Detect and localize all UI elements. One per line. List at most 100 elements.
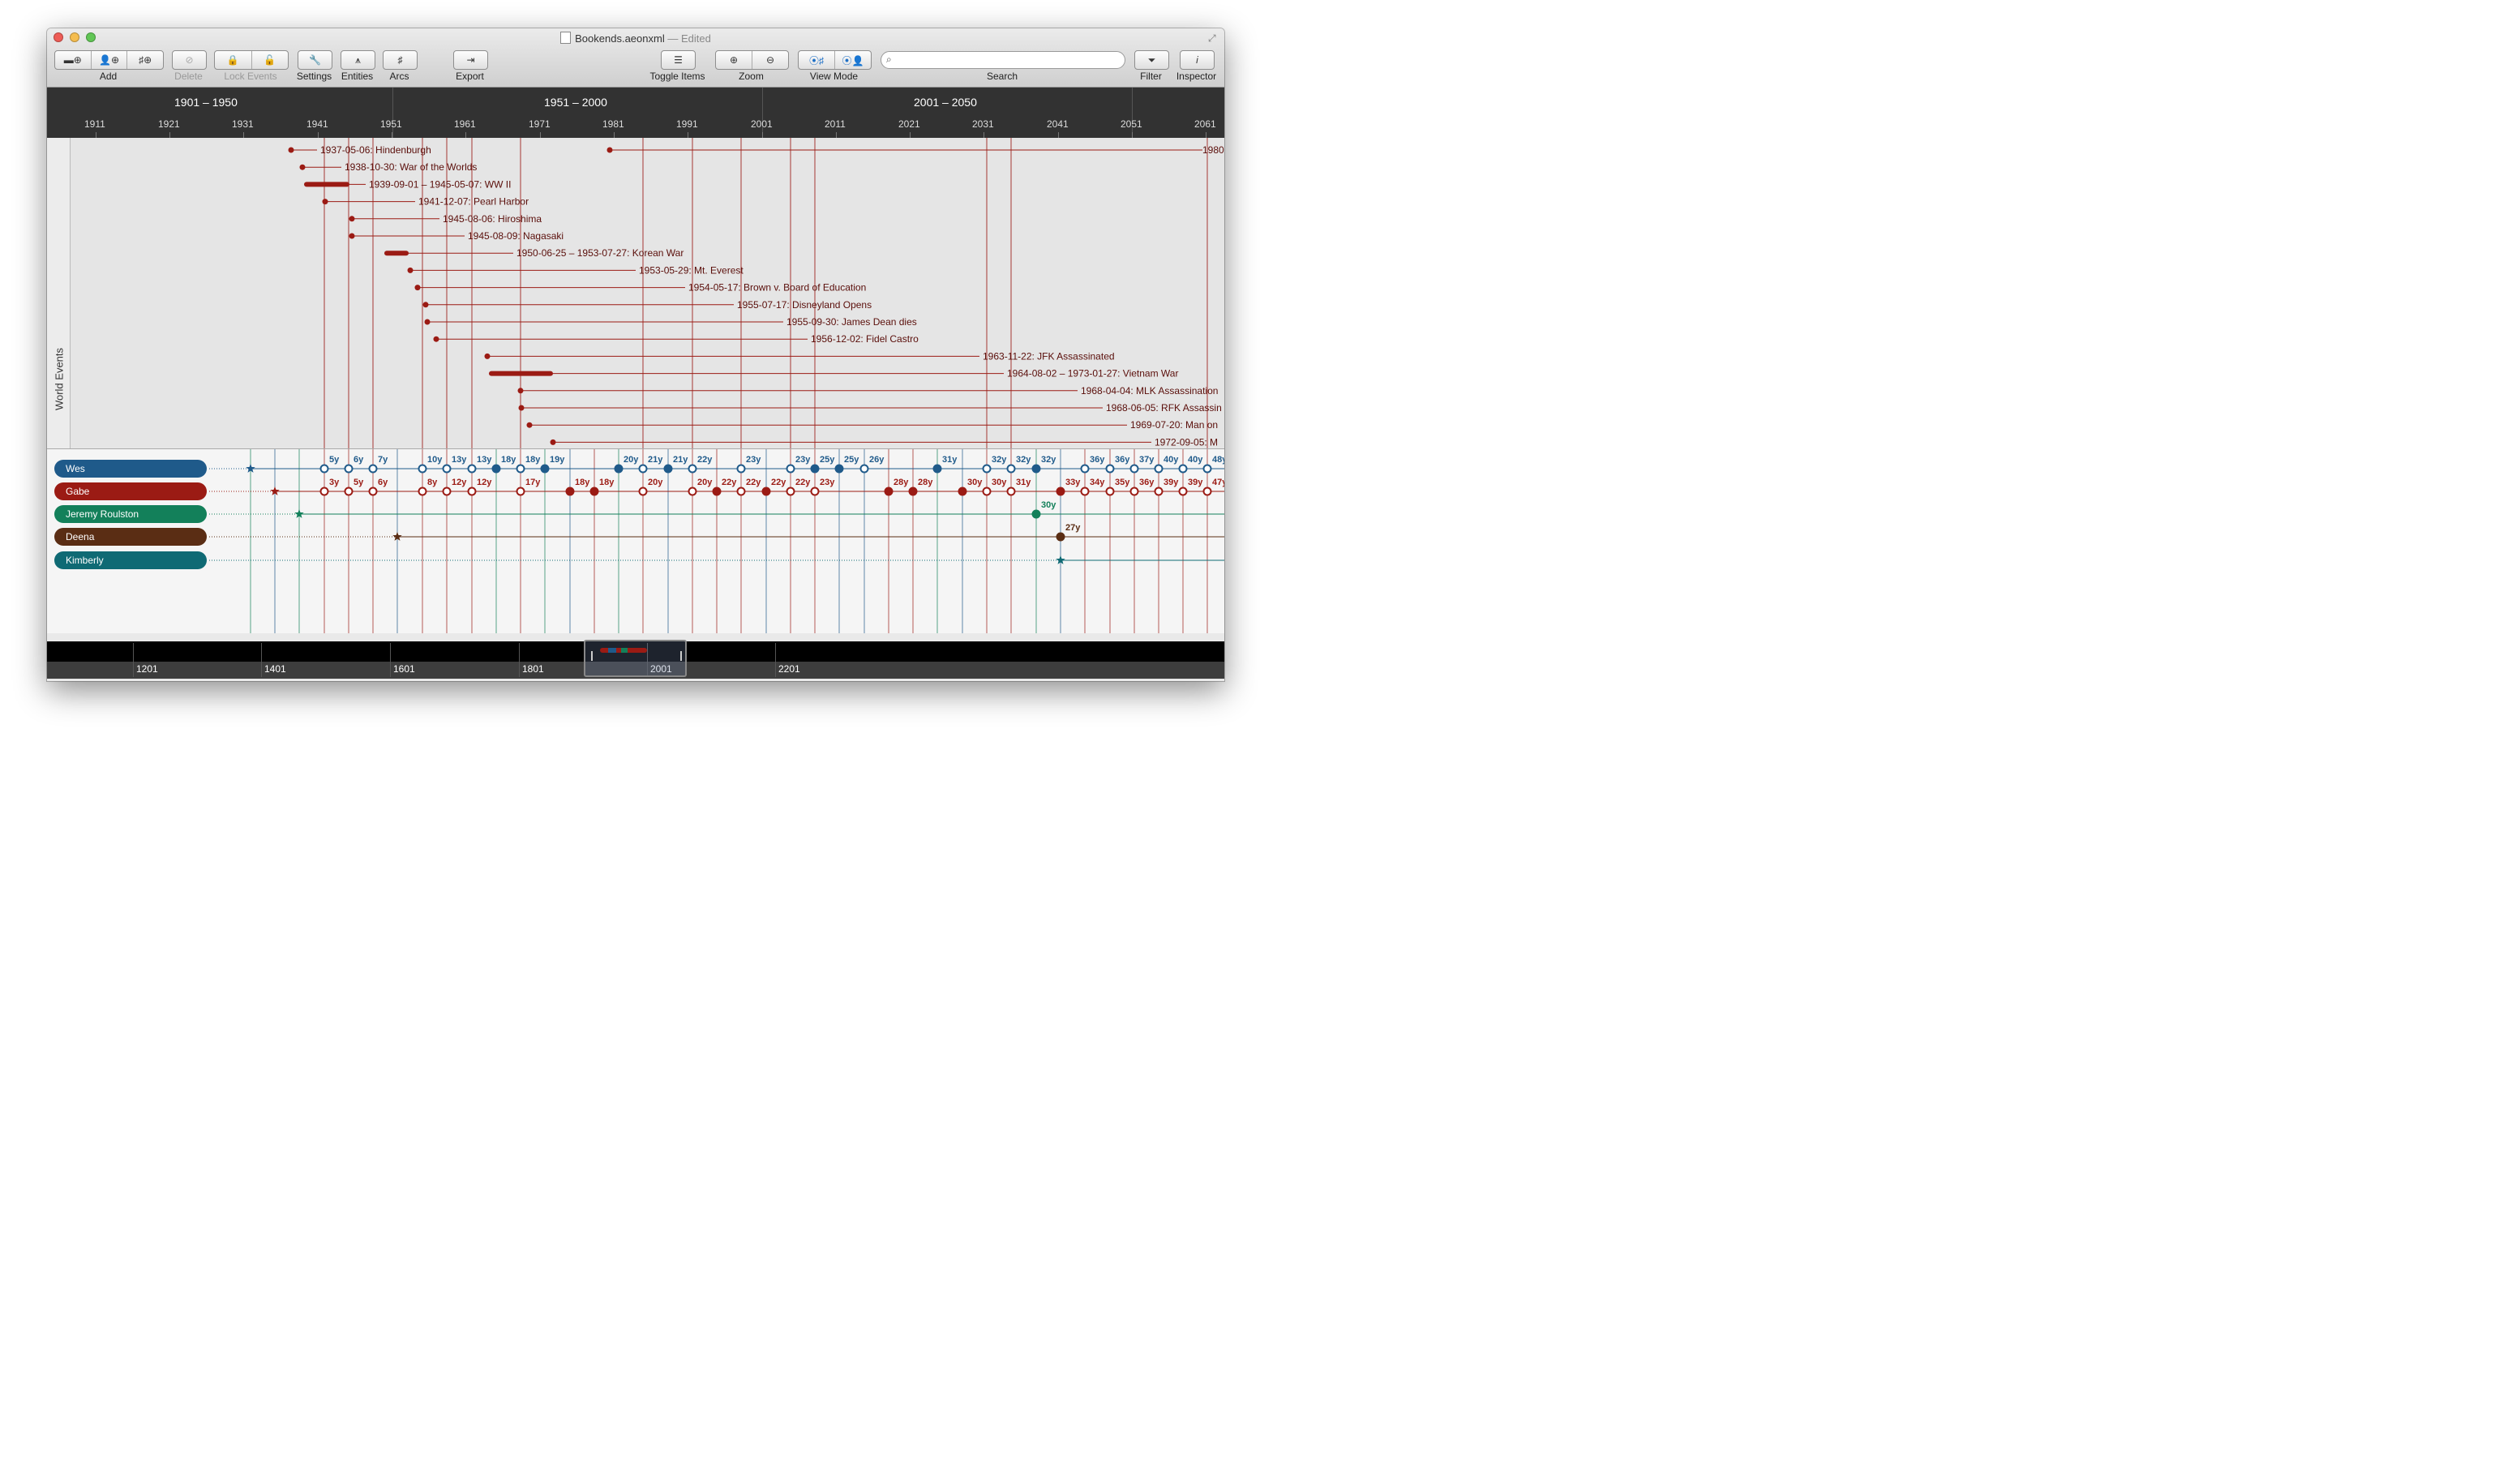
period-divider <box>762 88 763 138</box>
toggle-items-button[interactable]: ☰ <box>661 50 696 70</box>
zoom-out-button[interactable]: ⊖ <box>752 51 788 69</box>
age-marker <box>368 464 378 474</box>
funnel-icon: ⏷ <box>1147 54 1156 66</box>
event-label: 1941-12-07: Pearl Harbor <box>418 196 529 208</box>
age-label: 22y <box>746 478 761 487</box>
events-canvas: 1937-05-06: Hindenburgh 1938-10-30: War o… <box>288 138 1224 448</box>
event-label: 1953-05-29: Mt. Everest <box>639 264 744 276</box>
entity-pill[interactable]: Kimberly <box>54 551 207 569</box>
event-marker <box>299 164 306 170</box>
entities-button[interactable]: ⩚ <box>341 50 375 70</box>
age-label: 48y <box>1212 455 1224 465</box>
age-label: 21y <box>648 455 663 465</box>
export-label: Export <box>456 71 484 82</box>
age-label: 28y <box>894 478 909 487</box>
age-marker <box>932 464 942 474</box>
age-label: 30y <box>967 478 983 487</box>
age-label: 30y <box>992 478 1007 487</box>
lock-segmented-control: 🔒 🔓 <box>214 50 289 70</box>
age-label: 7y <box>378 455 388 465</box>
timeline-navigator[interactable]: 1201 1401 1601 1801 2001 2201 <box>47 633 1224 681</box>
arcs-view-icon: ⦿♯ <box>808 54 824 66</box>
lane-title: World Events <box>53 347 66 411</box>
event-label: 1954-05-17: Brown v. Board of Education <box>688 282 866 294</box>
entity-pill[interactable]: Deena <box>54 528 207 546</box>
arcs-button[interactable]: ♯ <box>383 50 418 70</box>
export-button[interactable]: ⇥ <box>453 50 488 70</box>
age-label: 19y <box>550 455 565 465</box>
age-marker <box>1178 464 1188 474</box>
timeline-ruler[interactable]: 1901 – 1950 1951 – 2000 2001 – 2050 1911… <box>47 88 1224 138</box>
entity-pill[interactable]: Jeremy Roulston <box>54 505 207 523</box>
age-label: 5y <box>329 455 340 465</box>
year-tick <box>318 132 319 138</box>
age-marker <box>688 464 697 474</box>
age-marker <box>810 487 820 496</box>
age-marker <box>1154 464 1164 474</box>
age-marker <box>1202 487 1212 496</box>
view-mode-entities-button[interactable]: ⦿👤 <box>834 51 871 69</box>
add-arc-button[interactable]: ♯⊕ <box>126 51 163 69</box>
entities-lane[interactable]: 5y 6y 7y 10y 13y 13y 18y 18y 19y 20y 21y 21y 22y 23y 2… <box>47 449 1224 633</box>
age-label: 39y <box>1164 478 1179 487</box>
delete-label: Delete <box>174 71 203 82</box>
age-label: 37y <box>1139 455 1155 465</box>
event-label: 1955-09-30: James Dean dies <box>786 316 917 328</box>
age-label: 8y <box>427 478 438 487</box>
arcs-label: Arcs <box>389 71 409 82</box>
age-marker <box>1056 532 1065 542</box>
navigator-year-label: 2201 <box>778 663 800 675</box>
zoom-label: Zoom <box>739 71 764 82</box>
world-events-lane[interactable]: World Events 1937-05-06: Hindenburgh 1938… <box>47 138 1224 449</box>
event-label: 1972-09-05: M <box>1155 436 1218 448</box>
age-marker <box>1178 487 1188 496</box>
entity-pill[interactable]: Wes <box>54 460 207 478</box>
info-icon: i <box>1196 54 1198 66</box>
event-marker <box>606 147 613 153</box>
view-mode-arcs-button[interactable]: ⦿♯ <box>799 51 834 69</box>
age-marker <box>418 487 427 496</box>
period-label: 2001 – 2050 <box>914 96 977 109</box>
add-segmented-control: ▬⊕ 👤⊕ ♯⊕ <box>54 50 164 70</box>
year-tick-label: 1931 <box>232 118 254 130</box>
list-icon: ☰ <box>674 54 683 66</box>
zoom-in-button[interactable]: ⊕ <box>716 51 752 69</box>
navigator-tick <box>519 643 520 677</box>
navigator-viewport-handle[interactable] <box>584 640 687 677</box>
year-tick-label: 1981 <box>602 118 624 130</box>
add-arc-icon: ♯⊕ <box>139 54 152 66</box>
inspector-button[interactable]: i <box>1180 50 1215 70</box>
entities-canvas: 5y 6y 7y 10y 13y 13y 18y 18y 19y 20y 21y 21y 22y 23y 2… <box>209 449 1224 633</box>
event-marker <box>407 267 414 273</box>
search-label: Search <box>986 71 1018 82</box>
age-label: 35y <box>1115 478 1130 487</box>
settings-button[interactable]: 🔧 <box>298 50 332 70</box>
age-marker <box>442 487 452 496</box>
year-tick-label: 1941 <box>306 118 328 130</box>
age-marker <box>565 487 575 496</box>
age-marker <box>761 487 771 496</box>
event-label: 1963-11-22: JFK Assassinated <box>983 350 1115 362</box>
delete-button[interactable]: ⊘ <box>172 50 207 70</box>
age-label: 40y <box>1188 455 1203 465</box>
lock-button[interactable]: 🔒 <box>215 51 251 69</box>
filter-button[interactable]: ⏷ <box>1134 50 1169 70</box>
add-event-button[interactable]: ▬⊕ <box>55 51 91 69</box>
age-marker <box>1105 464 1115 474</box>
age-marker <box>1056 487 1065 496</box>
age-marker <box>736 487 746 496</box>
search-input[interactable]: ⌕ <box>881 51 1125 69</box>
age-marker <box>319 464 329 474</box>
event-label: 1938-10-30: War of the Worlds <box>345 161 477 173</box>
entity-pill[interactable]: Gabe <box>54 482 207 500</box>
age-label: 27y <box>1065 523 1081 533</box>
age-marker <box>1031 509 1041 519</box>
unlock-button[interactable]: 🔓 <box>251 51 289 69</box>
age-label: 13y <box>477 455 492 465</box>
navigator-year-label: 1601 <box>393 663 415 675</box>
settings-label: Settings <box>296 71 332 82</box>
add-entity-button[interactable]: 👤⊕ <box>90 51 127 69</box>
period-divider <box>1132 88 1133 138</box>
fullscreen-icon[interactable]: ⤢ <box>1208 32 1219 44</box>
age-label: 21y <box>673 455 688 465</box>
